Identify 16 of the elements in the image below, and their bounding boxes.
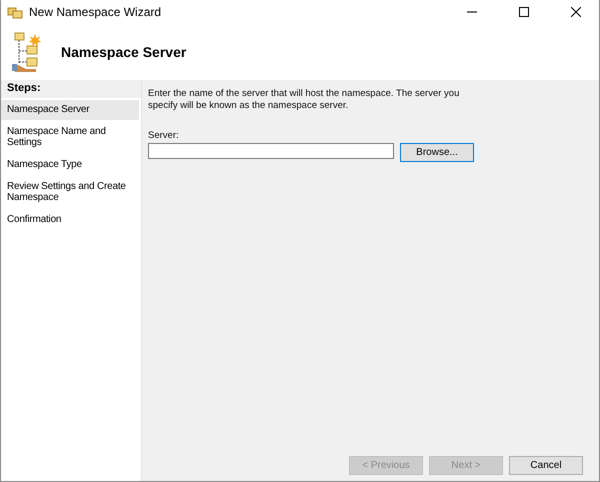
description-text: Enter the name of the server that will host the namespace. The server you specify will be known as the namespace server. <box>148 88 460 112</box>
steps-heading: Steps: <box>1 80 141 98</box>
step-item: Namespace Type <box>6 158 83 172</box>
window-title: New Namespace Wizard <box>29 5 162 19</box>
step-item: Namespace Name and Settings <box>6 125 107 150</box>
server-input[interactable] <box>148 143 394 159</box>
wizard-button[interactable]: Cancel <box>509 456 583 475</box>
server-label: Server: <box>148 130 180 141</box>
step-item: Review Settings and Create Namespace <box>6 180 127 205</box>
maximize-icon <box>519 7 529 17</box>
step-item: Namespace Server <box>1 100 139 120</box>
browse-button[interactable]: Browse... <box>400 143 474 162</box>
folders-icon <box>7 5 23 19</box>
step-item: Confirmation <box>6 213 62 227</box>
close-icon <box>571 7 581 17</box>
page-heading: Namespace Server <box>61 44 186 60</box>
